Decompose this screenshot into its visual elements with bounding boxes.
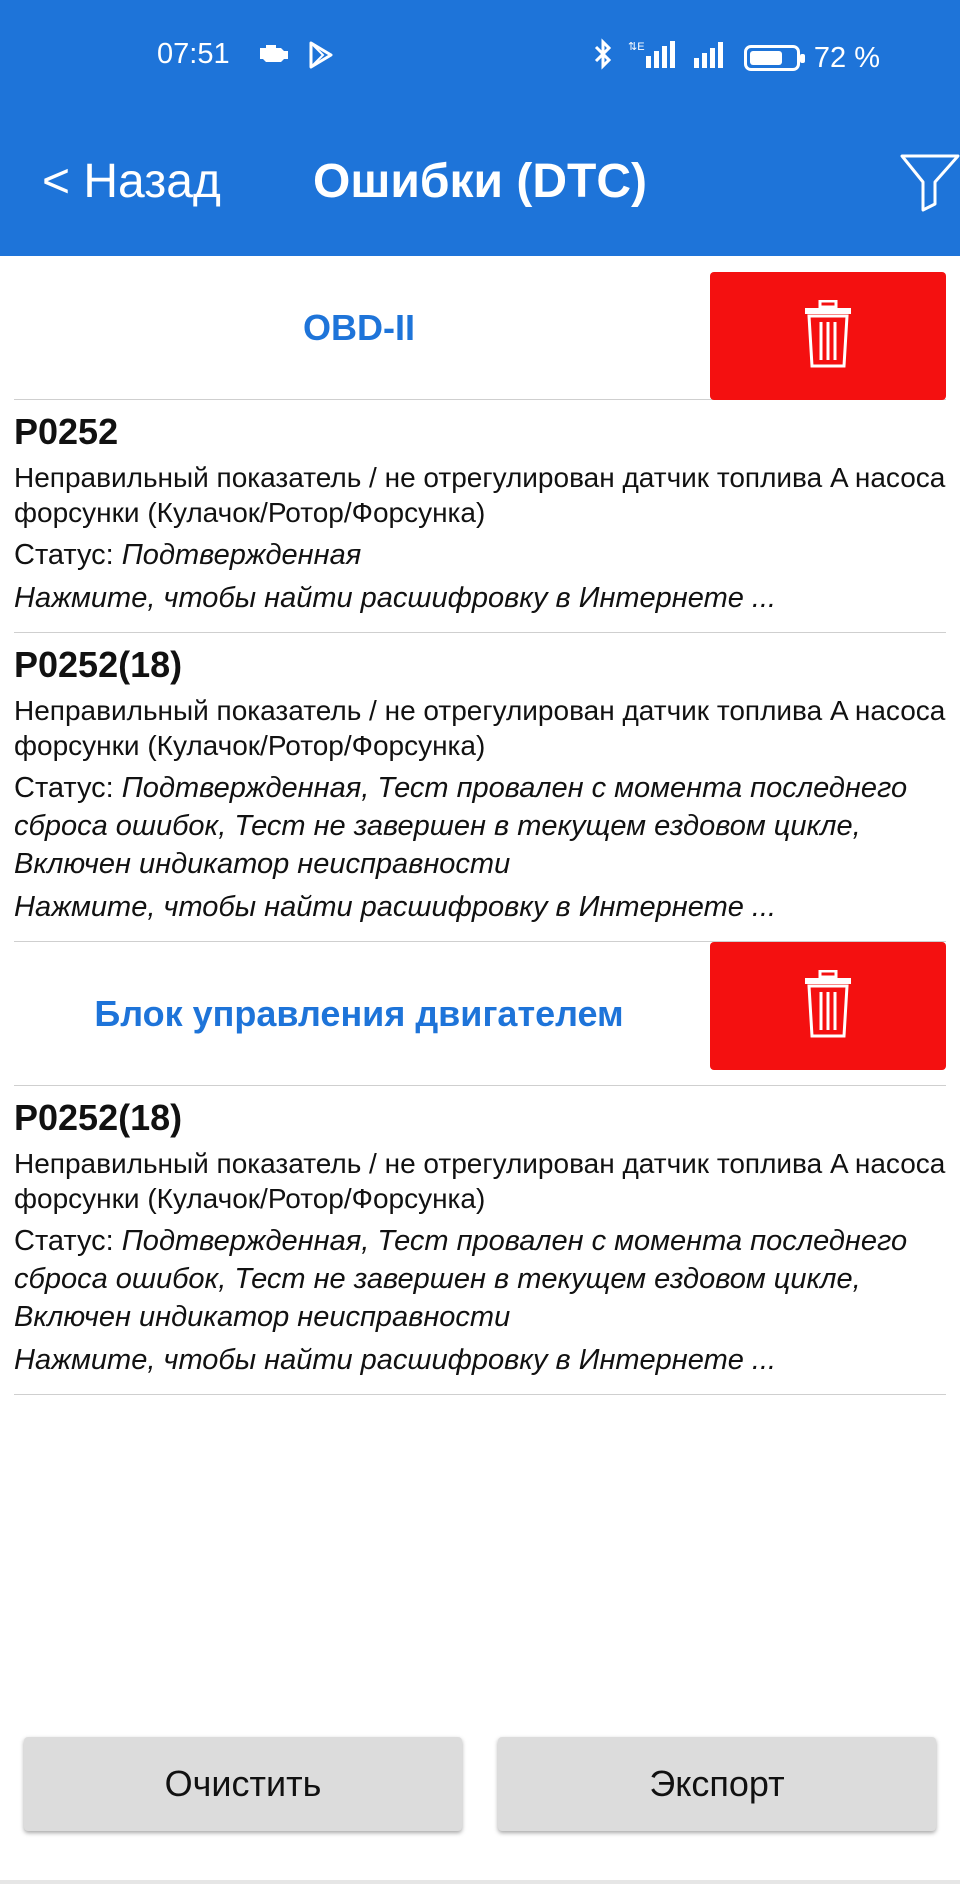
signal-e-icon: ⇅E (628, 38, 678, 78)
status-right: ⇅E 72 % (592, 38, 880, 78)
play-store-icon (306, 40, 336, 78)
battery-percent: 72 % (813, 41, 880, 74)
bottom-divider (0, 1880, 960, 1884)
dtc-item[interactable]: P0252 Неправильный показатель / не отрег… (14, 400, 946, 633)
dtc-description: Неправильный показатель / не отрегулиров… (14, 695, 946, 761)
dtc-item[interactable]: P0252(18) Неправильный показатель / не о… (14, 1086, 946, 1395)
status-time: 07:51 (157, 38, 230, 70)
status-label: Статус: (14, 1225, 114, 1257)
svg-text:⇅E: ⇅E (628, 41, 645, 53)
dtc-code: P0252(18) (14, 1097, 183, 1138)
dtc-code: P0252(18) (14, 644, 183, 685)
dtc-description: Неправильный показатель / не отрегулиров… (14, 462, 946, 528)
battery-fill (749, 51, 782, 65)
dtc-description: Неправильный показатель / не отрегулиров… (14, 1148, 946, 1214)
dtc-status: Статус: Подтвержденная, Тест провален с … (14, 769, 946, 883)
dtc-code: P0252 (14, 411, 119, 452)
engine-icon (256, 40, 290, 74)
trash-icon (804, 969, 852, 1043)
search-online-link[interactable]: Нажмите, чтобы найти расшифровку в Интер… (14, 1340, 946, 1380)
bluetooth-icon (592, 38, 614, 78)
delete-section-button[interactable] (710, 272, 946, 400)
status-value: Подтвержденная, Тест провален с момента … (14, 1225, 908, 1333)
filter-icon[interactable] (898, 150, 960, 212)
status-value: Подтвержденная (121, 539, 362, 571)
dtc-status: Статус: Подтвержденная, Тест провален с … (14, 1222, 946, 1336)
status-value: Подтвержденная, Тест провален с момента … (14, 772, 908, 880)
battery-icon (743, 45, 805, 71)
clear-button[interactable]: Очистить (24, 1737, 462, 1831)
status-label: Статус: (14, 772, 114, 804)
status-bar: 07:51 ⇅E 72 % (0, 0, 960, 110)
section-header: Блок управления двигателем (14, 942, 946, 1086)
signal-icon (692, 38, 730, 78)
delete-section-button[interactable] (710, 942, 946, 1070)
section-title: OBD-II (303, 307, 415, 348)
dtc-list: OBD-II P0252 Неправильный показатель / н… (0, 256, 960, 1395)
app-bar: 07:51 ⇅E 72 % < Назад Ошибки (DTC) (0, 0, 960, 256)
trash-icon (804, 299, 852, 373)
search-online-link[interactable]: Нажмите, чтобы найти расшифровку в Интер… (14, 887, 946, 927)
export-button[interactable]: Экспорт (498, 1737, 936, 1831)
search-online-link[interactable]: Нажмите, чтобы найти расшифровку в Интер… (14, 578, 946, 618)
page-title: Ошибки (DTC) (313, 155, 647, 208)
dtc-item[interactable]: P0252(18) Неправильный показатель / не о… (14, 633, 946, 942)
dtc-status: Статус: Подтвержденная (14, 536, 946, 574)
section-title: Блок управления двигателем (94, 993, 624, 1034)
status-label: Статус: (14, 539, 114, 571)
section-header: OBD-II (14, 256, 946, 400)
